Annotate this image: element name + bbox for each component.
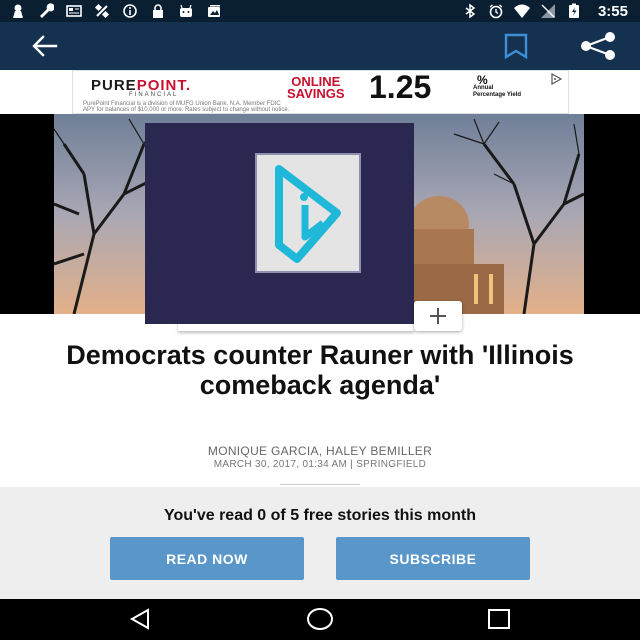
newspaper-icon [66,5,82,17]
add-button[interactable] [414,301,462,331]
alarm-icon [489,4,503,19]
play-logo-icon [275,165,341,263]
info-icon [123,4,137,18]
wifi-icon [513,4,530,18]
bookmark-icon[interactable] [503,32,529,60]
nav-recents-icon[interactable] [486,608,512,630]
app-bar [0,22,640,70]
notification-icon [13,4,23,18]
bluetooth-icon [465,3,476,19]
status-bar-notifications [10,3,222,19]
status-bar: 3:55 [0,0,640,22]
status-bar-system: 3:55 [462,2,628,20]
wrench-icon [40,3,54,18]
ad-choices-icon[interactable] [550,73,562,85]
plus-icon [430,308,446,324]
app-logo-tile [255,153,361,273]
paywall-banner: You've read 0 of 5 free stories this mon… [0,487,640,599]
lock-icon [153,4,163,18]
divider [280,484,360,485]
ad-brand-subtitle: FINANCIAL [129,92,179,98]
ad-offer: ONLINE SAVINGS [287,75,345,101]
ad-apy: Annual Percentage Yield [473,85,521,99]
subscribe-button[interactable]: SUBSCRIBE [336,537,530,580]
app-screen: 3:55 PUREPOINT. FINANCIAL ONLINE SAVINGS… [0,0,640,640]
ad-apy-line1: Annual [473,85,494,91]
satellite-icon [94,3,110,19]
nav-home-icon[interactable] [305,607,335,631]
ad-offer-line2: SAVINGS [287,86,345,101]
free-stories-message: You've read 0 of 5 free stories this mon… [163,507,477,524]
battery-icon [568,3,579,18]
ad-fine-print-2: APY for balances of $10,000 or more. Rat… [83,107,290,113]
read-now-button[interactable]: READ NOW [110,537,304,580]
nav-back-icon[interactable] [128,608,152,630]
status-time: 3:55 [597,2,628,20]
back-arrow-icon[interactable] [30,34,58,58]
android-icon [180,4,192,17]
share-icon[interactable] [578,32,618,60]
ad-apy-line2: Percentage Yield [473,92,522,98]
photos-icon [208,5,220,17]
ad-fine-print: PurePoint Financial is a division of MUF… [83,101,523,113]
navigation-bar [0,599,640,640]
signal-icon [540,4,555,18]
article-dateline: MARCH 30, 2017, 01:34 AM | SPRINGFIELD [213,459,427,470]
article-headline: Democrats counter Rauner with 'Illinois … [66,340,574,400]
app-overlay-card[interactable] [145,123,414,324]
article-authors: MONIQUE GARCIA, HALEY BEMILLER [207,444,433,458]
ad-banner[interactable]: PUREPOINT. FINANCIAL ONLINE SAVINGS 1.25… [72,70,569,114]
